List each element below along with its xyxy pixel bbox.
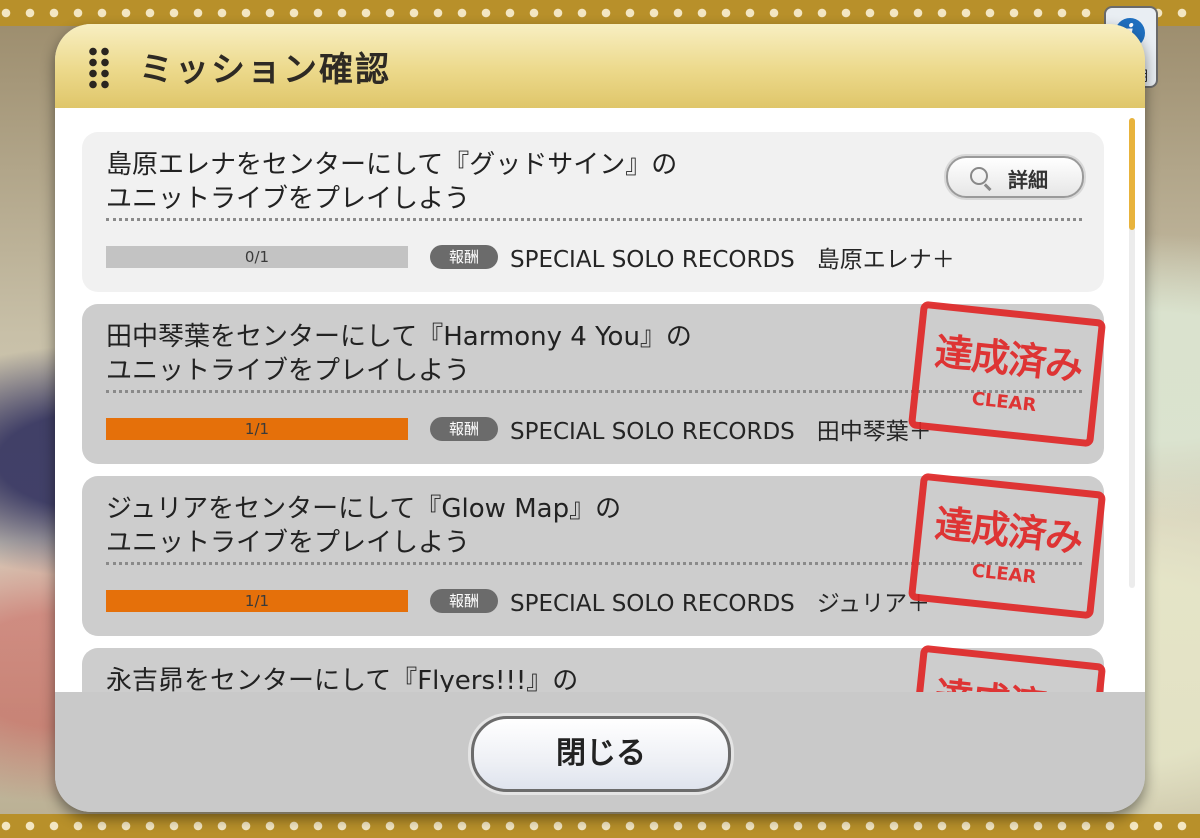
- scrollbar-thumb[interactable]: [1129, 118, 1135, 230]
- progress-bar: 1/1: [106, 590, 408, 612]
- progress-text: 1/1: [244, 592, 270, 610]
- reward-item: SPECIAL SOLO RECORDS: [510, 419, 795, 445]
- reward-badge: 報酬: [430, 245, 498, 269]
- reward-text: SPECIAL SOLO RECORDS 田中琴葉＋: [510, 412, 932, 446]
- cleared-stamp: 達成済み CLEAR: [907, 472, 1107, 620]
- scrollbar[interactable]: [1129, 118, 1135, 588]
- progress-text: 0/1: [244, 248, 270, 266]
- cleared-stamp: 達成済み: [907, 644, 1107, 692]
- dialog-footer: 閉じる: [55, 692, 1145, 812]
- mission-list[interactable]: 島原エレナをセンターにして『グッドサイン』の ユニットライブをプレイしよう 詳細…: [55, 108, 1145, 692]
- divider: [106, 218, 1082, 221]
- detail-button[interactable]: 詳細: [946, 156, 1084, 198]
- reward-text: SPECIAL SOLO RECORDS ジュリア＋: [510, 584, 930, 618]
- reward-item: SPECIAL SOLO RECORDS: [510, 247, 795, 273]
- close-button[interactable]: 閉じる: [471, 716, 731, 792]
- mission-card: 永吉昴をセンターにして『Flyers!!!』の 達成済み: [82, 644, 1107, 692]
- reward-text: SPECIAL SOLO RECORDS 島原エレナ＋: [510, 240, 955, 274]
- cleared-stamp: 達成済み CLEAR: [907, 300, 1107, 448]
- mission-card: 田中琴葉をセンターにして『Harmony 4 You』の ユニットライブをプレイ…: [82, 300, 1107, 464]
- progress-bar: 1/1: [106, 418, 408, 440]
- film-strip-bottom: [0, 814, 1200, 838]
- progress-bar: 0/1: [106, 246, 408, 268]
- detail-button-label: 詳細: [1008, 168, 1048, 192]
- progress-text: 1/1: [244, 420, 270, 438]
- mission-card: ジュリアをセンターにして『Glow Map』の ユニットライブをプレイしよう 1…: [82, 472, 1107, 636]
- mission-title: 永吉昴をセンターにして『Flyers!!!』の: [106, 666, 579, 692]
- reward-target: 島原エレナ＋: [816, 247, 955, 273]
- reward-badge: 報酬: [430, 417, 498, 441]
- dialog-header: ミッション確認: [55, 24, 1145, 108]
- reward-item: SPECIAL SOLO RECORDS: [510, 591, 795, 617]
- mission-title: ジュリアをセンターにして『Glow Map』の ユニットライブをプレイしよう: [106, 494, 622, 558]
- mission-title: 田中琴葉をセンターにして『Harmony 4 You』の ユニットライブをプレイ…: [106, 322, 692, 386]
- mission-dialog: ミッション確認 島原エレナをセンターにして『グッドサイン』の ユニットライブをプ…: [55, 24, 1145, 812]
- film-strip-top: [0, 0, 1200, 26]
- drag-handle-icon: [87, 46, 111, 90]
- search-icon: [970, 167, 988, 185]
- mission-card: 島原エレナをセンターにして『グッドサイン』の ユニットライブをプレイしよう 詳細…: [82, 132, 1104, 292]
- mission-title: 島原エレナをセンターにして『グッドサイン』の ユニットライブをプレイしよう: [106, 150, 678, 214]
- reward-badge: 報酬: [430, 589, 498, 613]
- dialog-title: ミッション確認: [139, 50, 391, 90]
